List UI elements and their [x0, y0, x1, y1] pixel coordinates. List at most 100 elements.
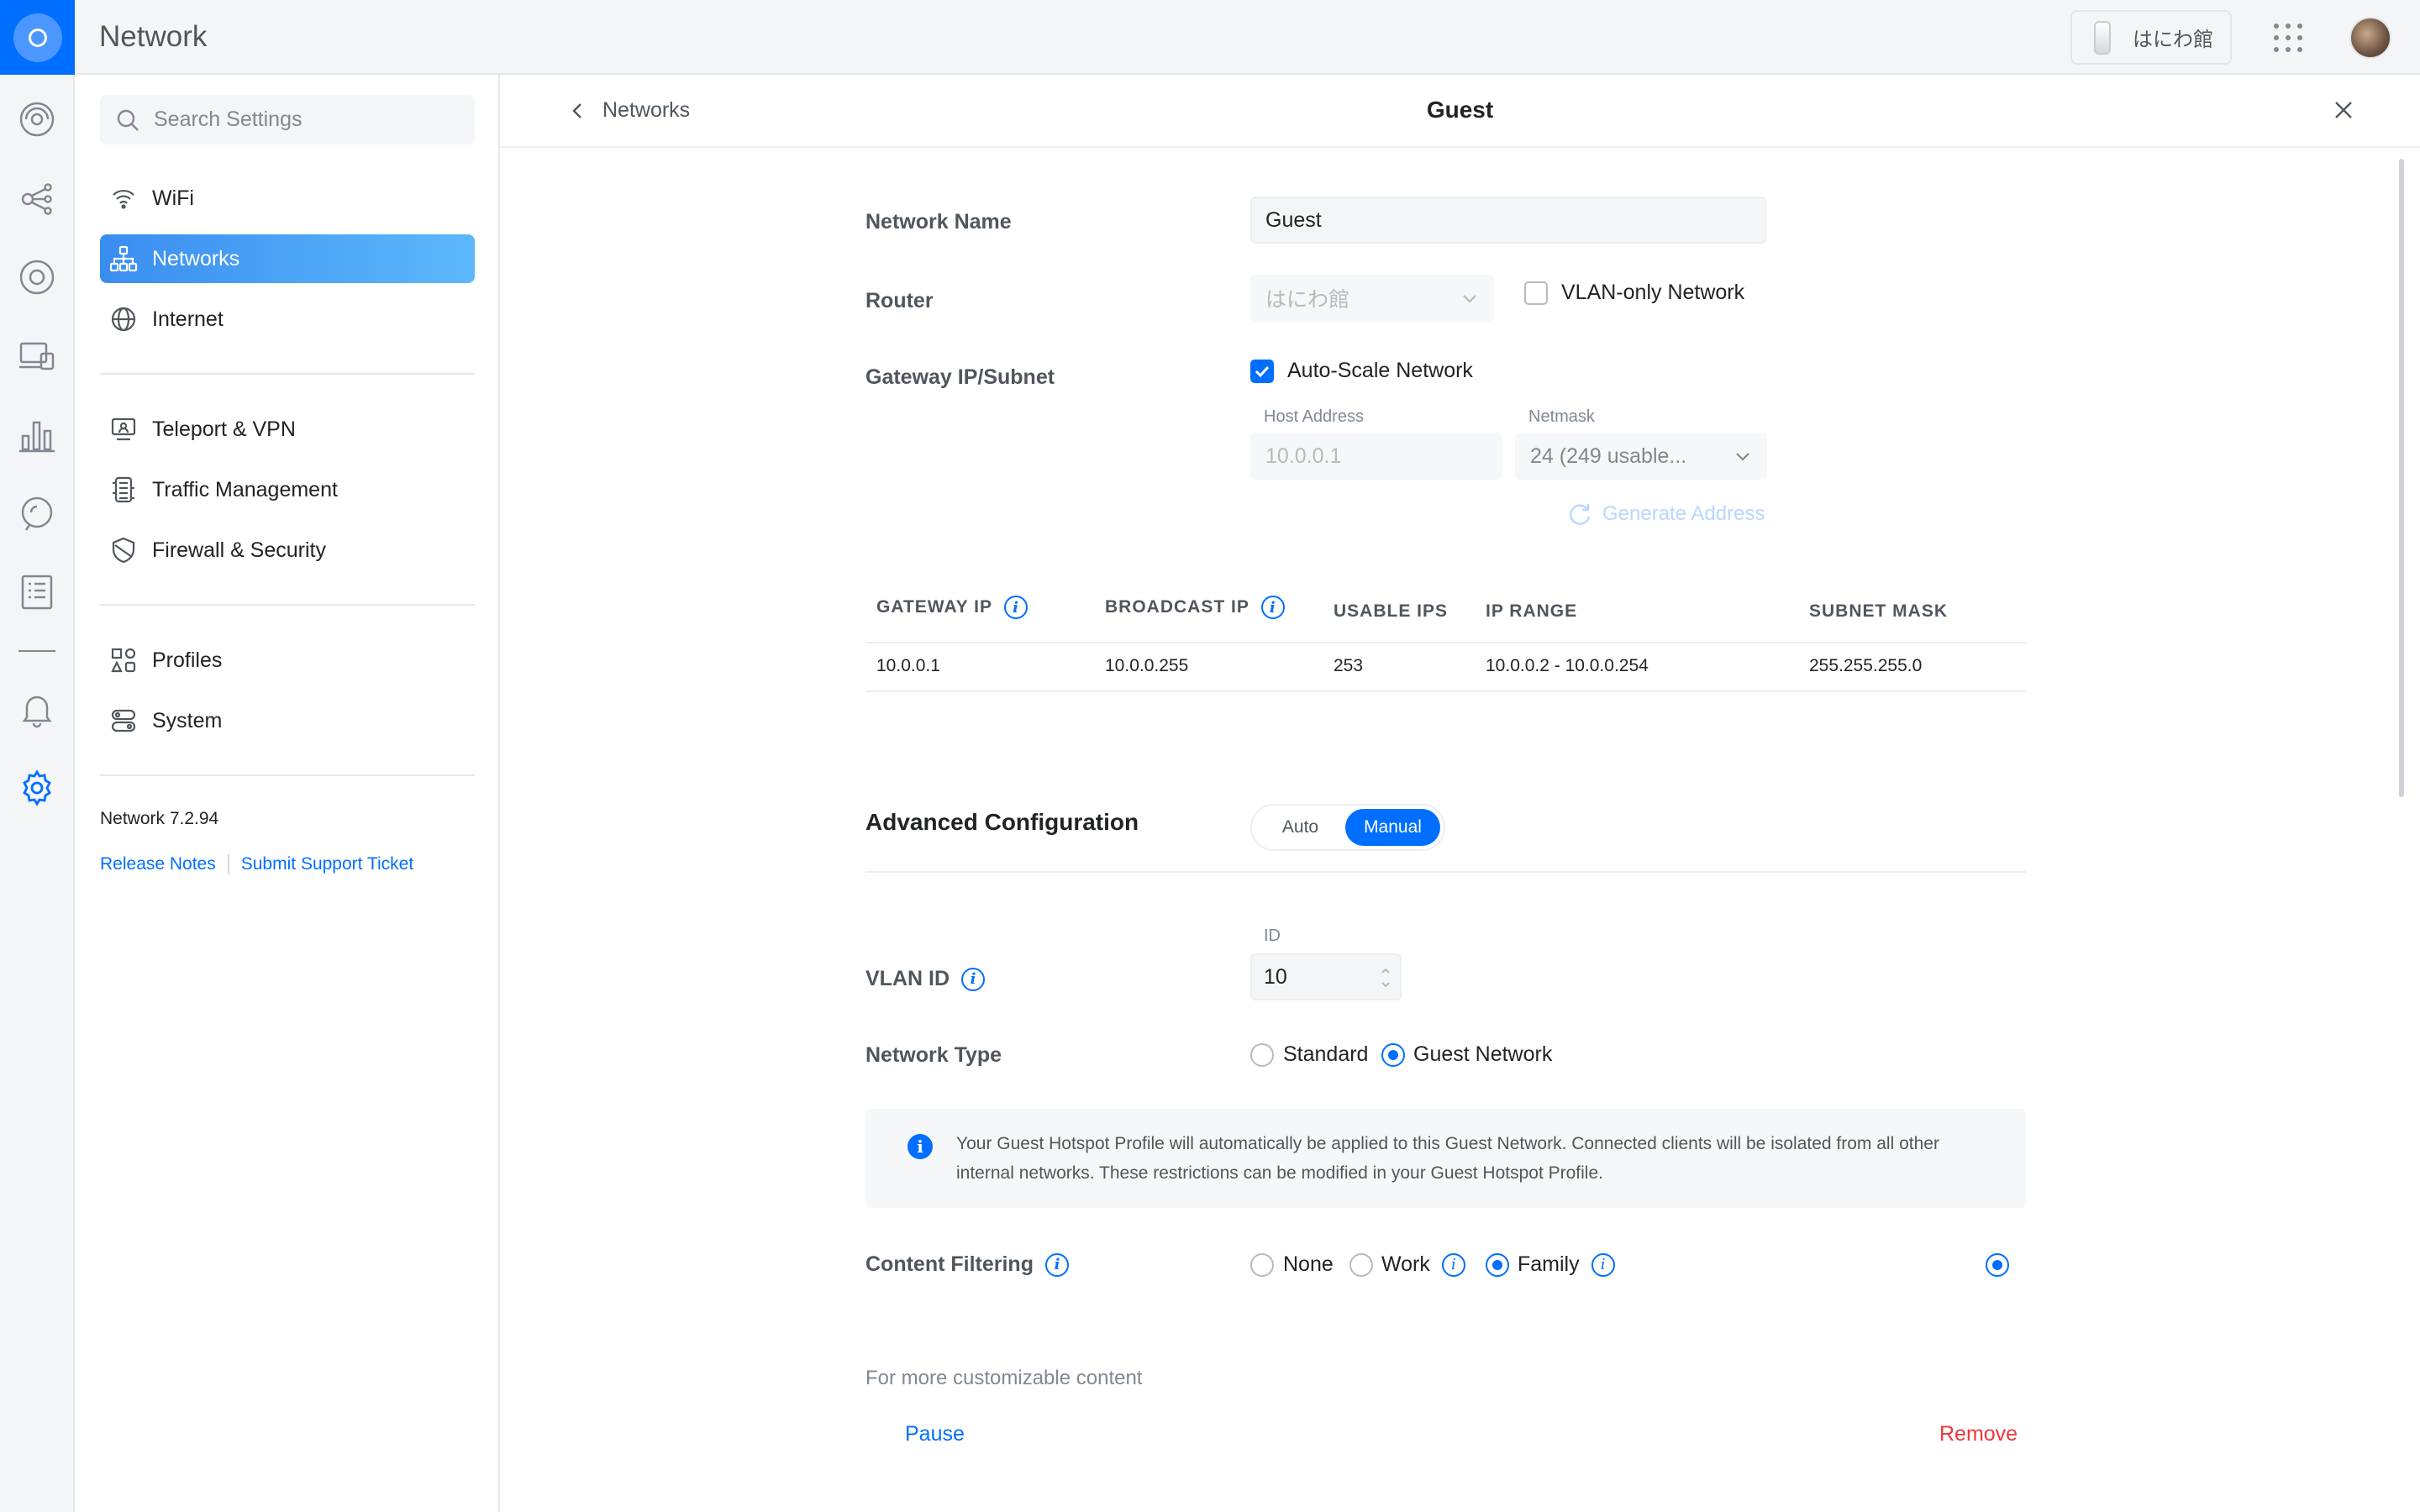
info-icon[interactable]: i: [961, 967, 985, 991]
user-avatar[interactable]: [2349, 17, 2391, 59]
host-address-input[interactable]: 10.0.0.1: [1250, 433, 1502, 480]
cell-usable-ips: 253: [1334, 656, 1364, 675]
sidebar-item-system[interactable]: System: [100, 696, 475, 745]
network-type-guest-label: Guest Network: [1413, 1042, 1553, 1066]
filter-work-label: Work: [1381, 1252, 1430, 1276]
stepper-arrows-icon[interactable]: [1380, 963, 1392, 992]
sidebar-item-internet[interactable]: Internet: [100, 295, 475, 344]
netmask-select[interactable]: 24 (249 usable...: [1515, 433, 1767, 480]
sidebar-item-wifi[interactable]: WiFi: [100, 174, 475, 223]
table-header-usable-ips: USABLE IPS: [1334, 601, 1449, 621]
scrollbar[interactable]: [2399, 159, 2404, 797]
netmask-value: 24 (249 usable...: [1530, 444, 1687, 468]
info-icon[interactable]: i: [1003, 596, 1028, 619]
icon-rail: [0, 75, 75, 1512]
sidebar-item-networks[interactable]: Networks: [100, 234, 475, 283]
table-header-ip-range: IP RANGE: [1486, 601, 1578, 621]
router-value: はにわ館: [1265, 288, 1350, 312]
unifi-logo[interactable]: [0, 0, 75, 75]
client-devices-icon[interactable]: [17, 336, 57, 376]
advanced-config-title: Advanced Configuration: [865, 809, 1139, 835]
rail-divider: [18, 650, 55, 652]
vlan-id-label-group: VLAN ID i: [865, 967, 985, 991]
statistics-icon[interactable]: [17, 415, 57, 455]
dashboard-icon[interactable]: [17, 99, 57, 139]
sidebar-item-label: System: [152, 708, 223, 732]
network-type-label: Network Type: [865, 1043, 1002, 1067]
cell-broadcast-ip: 10.0.0.255: [1105, 656, 1189, 675]
auto-option-button[interactable]: Auto: [1255, 809, 1345, 846]
filter-family-radio[interactable]: [1486, 1253, 1509, 1277]
filter-none-radio[interactable]: [1250, 1253, 1274, 1277]
filter-work-radio[interactable]: [1349, 1253, 1373, 1277]
auto-scale-label: Auto-Scale Network: [1287, 359, 1473, 382]
cell-subnet-mask: 255.255.255.0: [1809, 656, 1923, 675]
sidebar-item-teleport-vpn[interactable]: Teleport & VPN: [100, 405, 475, 454]
netmask-label: Netmask: [1528, 407, 1595, 426]
globe-icon: [111, 307, 136, 332]
topology-icon[interactable]: [17, 179, 57, 219]
close-icon[interactable]: [2330, 97, 2357, 123]
content-filtering-label: Content Filtering: [865, 1252, 1034, 1276]
network-type-standard-radio[interactable]: [1250, 1043, 1274, 1067]
table-header-broadcast-ip: BROADCAST IP i: [1105, 596, 1285, 619]
pause-button[interactable]: Pause: [905, 1422, 965, 1446]
filter-family-label: Family: [1518, 1252, 1580, 1276]
sidebar-item-traffic-management[interactable]: Traffic Management: [100, 465, 475, 514]
wifi-icon: [113, 189, 134, 209]
vlan-only-checkbox[interactable]: [1524, 281, 1548, 305]
info-icon[interactable]: i: [1441, 1252, 1465, 1277]
router-label: Router: [865, 289, 934, 312]
filter-family-group: Family i: [1518, 1252, 1615, 1277]
auto-scale-checkbox[interactable]: [1250, 360, 1274, 383]
system-log-icon[interactable]: [17, 572, 57, 612]
app-version: Network 7.2.94: [100, 809, 219, 828]
profiles-icon: [111, 648, 136, 673]
manual-option-button[interactable]: Manual: [1345, 809, 1440, 846]
network-name-input[interactable]: Guest: [1250, 197, 1766, 244]
info-icon[interactable]: i: [1044, 1252, 1069, 1277]
gateway-subnet-label: Gateway IP/Subnet: [865, 365, 1055, 389]
sidebar-item-firewall-security[interactable]: Firewall & Security: [100, 526, 475, 575]
sidebar-divider: [100, 774, 475, 776]
content-filtering-label-group: Content Filtering i: [865, 1252, 1069, 1277]
console-selector[interactable]: はにわ館: [2070, 10, 2232, 65]
sidebar-item-label: Profiles: [152, 648, 223, 672]
remove-button[interactable]: Remove: [1939, 1422, 2018, 1446]
generate-address-button[interactable]: Generate Address: [1567, 501, 1765, 527]
insights-icon[interactable]: [17, 494, 57, 534]
search-icon: [117, 109, 139, 131]
app-title: Network: [99, 20, 208, 53]
header-label: GATEWAY IP: [876, 597, 992, 617]
chevron-down-icon: [1463, 295, 1476, 303]
table-header-subnet-mask: SUBNET MASK: [1809, 601, 1949, 621]
network-type-guest-radio[interactable]: [1381, 1043, 1405, 1067]
router-select[interactable]: はにわ館: [1250, 275, 1494, 322]
sidebar-divider: [100, 604, 475, 606]
sidebar-item-label: Traffic Management: [152, 477, 338, 501]
cell-gateway-ip: 10.0.0.1: [876, 656, 940, 675]
filter-family-radio-placeholder: [1986, 1253, 2009, 1277]
vlan-id-stepper[interactable]: 10: [1250, 953, 1402, 1000]
generate-address-label: Generate Address: [1602, 502, 1765, 525]
search-box[interactable]: [100, 95, 475, 144]
unifi-devices-icon[interactable]: [17, 257, 57, 297]
info-icon[interactable]: i: [1591, 1252, 1615, 1277]
release-notes-link[interactable]: Release Notes: [100, 854, 216, 874]
sidebar-item-label: WiFi: [152, 186, 194, 210]
info-filled-icon: i: [908, 1134, 933, 1159]
network-detail-panel: Networks Guest Network Name Guest Router…: [500, 75, 2420, 1512]
info-icon[interactable]: i: [1260, 596, 1285, 619]
search-input[interactable]: [154, 108, 456, 132]
panel-header: Networks Guest: [500, 75, 2420, 148]
settings-gear-icon[interactable]: [17, 768, 57, 808]
sidebar-item-profiles[interactable]: Profiles: [100, 636, 475, 685]
notifications-bell-icon[interactable]: [17, 689, 57, 729]
app-switcher-grid-icon[interactable]: [2274, 24, 2302, 52]
support-ticket-link[interactable]: Submit Support Ticket: [241, 854, 413, 874]
console-device-icon: [2094, 20, 2111, 55]
vlan-id-sublabel: ID: [1264, 927, 1281, 945]
table-divider: [865, 642, 2026, 643]
settings-sidebar: WiFi Networks Internet Teleport & VPN Tr…: [75, 75, 500, 1512]
content-filtering-hint: For more customizable content: [865, 1367, 1143, 1389]
